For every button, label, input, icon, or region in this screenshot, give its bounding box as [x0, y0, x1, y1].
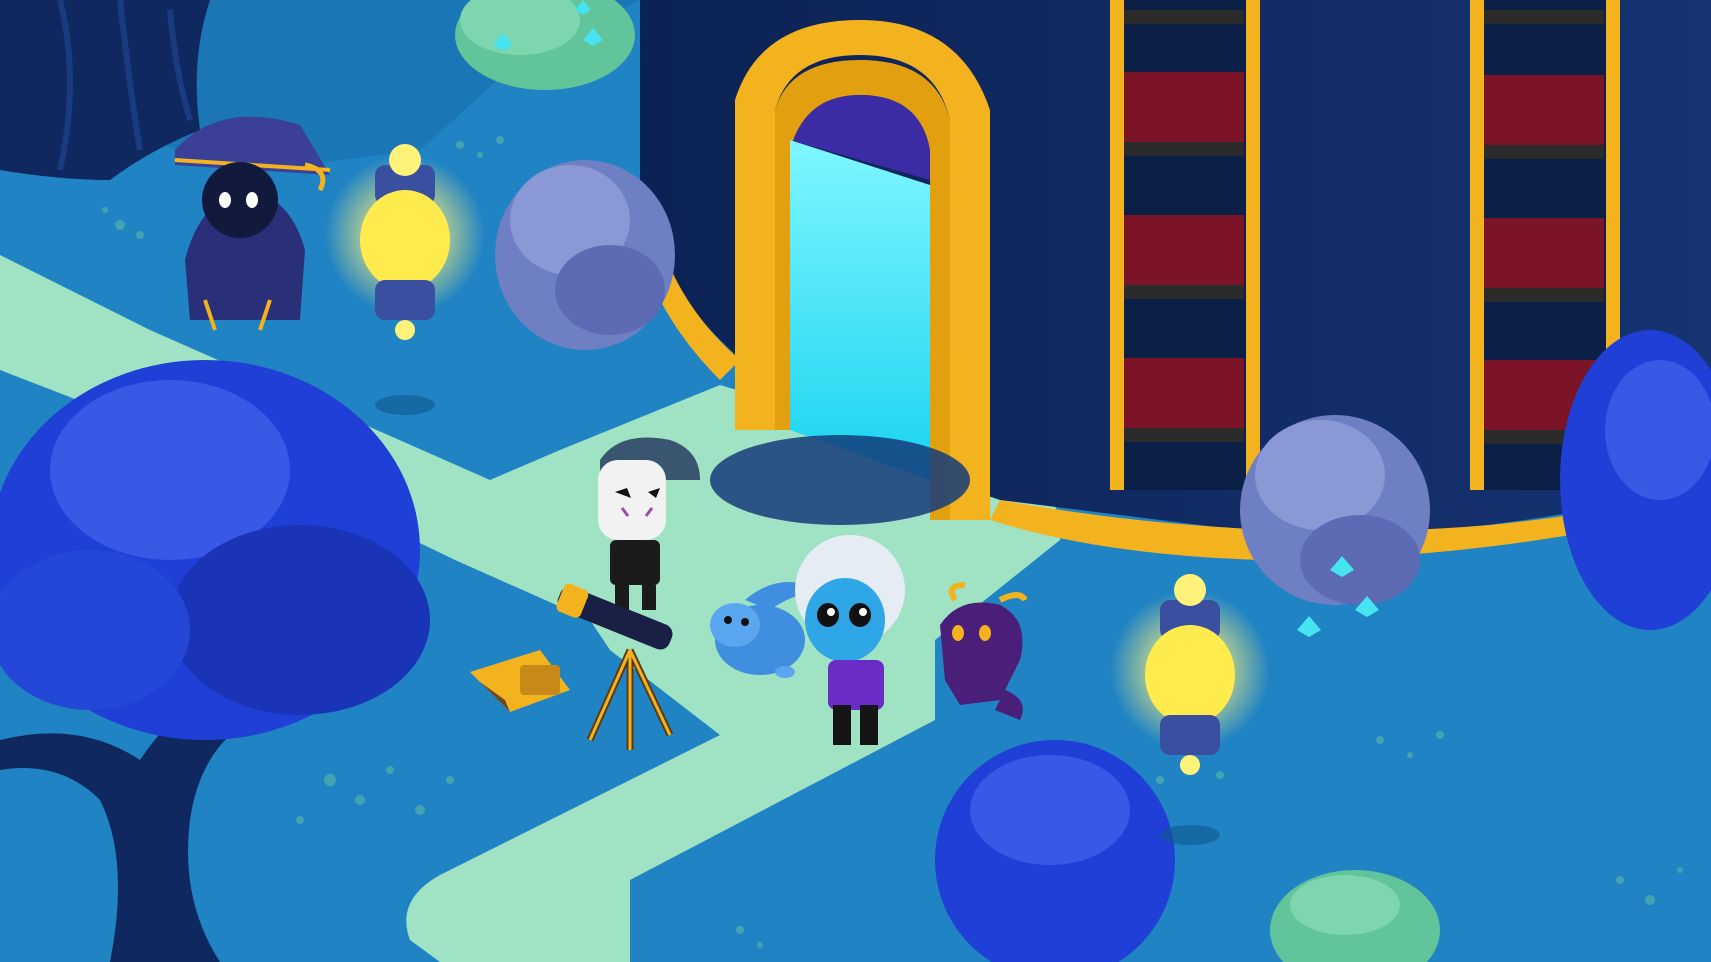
- game-scene: [0, 0, 1711, 962]
- library-building[interactable]: [630, 0, 1711, 560]
- bush-pale-right: [1240, 415, 1430, 605]
- scene-canvas: [0, 0, 1711, 962]
- library-portal-door[interactable]: [710, 20, 990, 525]
- bookshelf-left: [1110, 0, 1260, 490]
- bush-pale-center: [495, 160, 675, 350]
